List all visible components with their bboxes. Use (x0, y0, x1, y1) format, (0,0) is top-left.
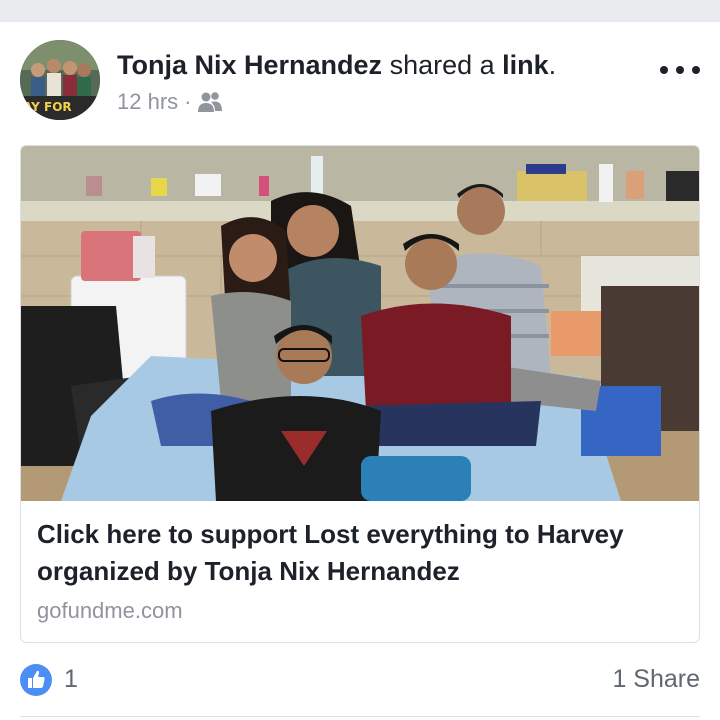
post-footer: 1 1 Share (0, 650, 720, 720)
avatar-caption: AY FOR (23, 100, 72, 114)
more-dot (676, 66, 684, 74)
more-options-button[interactable] (660, 60, 700, 80)
author-name[interactable]: Tonja Nix Hernandez (117, 50, 382, 80)
post-headline: Tonja Nix Hernandez shared a link. (117, 50, 556, 81)
post-header: AY FOR Tonja Nix Hernandez shared a link… (0, 22, 720, 140)
like-count[interactable]: 1 (64, 665, 78, 694)
link-domain: gofundme.com (37, 598, 183, 623)
feed-top-separator (0, 0, 720, 22)
action-object-link[interactable]: link (502, 50, 549, 80)
link-title[interactable]: Click here to support Lost everything to… (37, 516, 687, 590)
more-dot (692, 66, 700, 74)
link-preview-card[interactable]: Click here to support Lost everything to… (20, 145, 700, 643)
link-preview-image[interactable] (21, 146, 699, 501)
post-meta: 12 hrs · (117, 89, 223, 115)
action-text: shared a (389, 50, 495, 80)
footer-divider (20, 716, 700, 717)
more-dot (660, 66, 668, 74)
like-thumb-icon[interactable] (20, 664, 52, 696)
author-avatar[interactable]: AY FOR (20, 40, 100, 120)
friends-icon[interactable] (197, 91, 223, 113)
share-count[interactable]: 1 Share (612, 665, 700, 694)
action-end: . (548, 50, 557, 80)
meta-separator: · (184, 89, 192, 114)
post-time[interactable]: 12 hrs (117, 89, 178, 115)
